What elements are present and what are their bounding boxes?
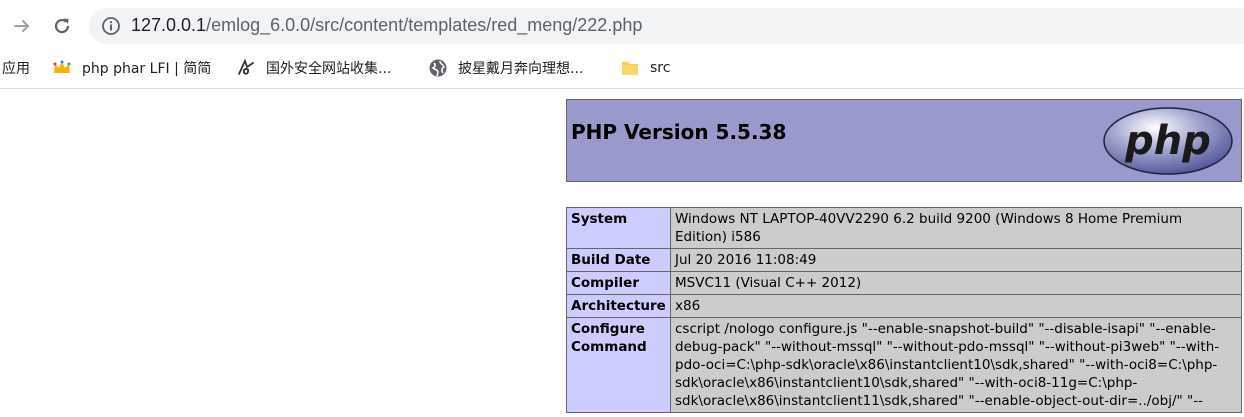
row-value: MSVC11 (Visual C++ 2012) [670,271,1242,295]
row-key: Compiler [566,271,671,295]
bookmark-folder-src[interactable]: src [620,52,670,84]
php-version-title: PHP Version 5.5.38 [571,120,787,144]
folder-icon [620,58,640,78]
phpinfo-header: PHP Version 5.5.38 php [566,99,1242,182]
toolbar-divider [0,88,1244,89]
php-logo-text: php [1124,118,1211,164]
url-text[interactable]: 127.0.0.1/emlog_6.0.0/src/content/templa… [131,15,642,36]
bookmark-label: php phar LFI | 简简 [82,61,212,77]
reload-icon [54,18,70,34]
reload-button[interactable] [48,12,76,40]
url-path: /emlog_6.0.0/src/content/templates/red_m… [206,15,643,35]
bookmark-label: 国外安全网站收集... [266,61,392,77]
row-value: cscript /nologo configure.js "--enable-s… [670,317,1242,413]
url-host: 127.0.0.1 [131,15,207,35]
bookmark-label: 披星戴月奔向理想... [458,61,584,77]
forward-arrow-icon [14,20,29,32]
table-row: Build Date Jul 20 2016 11:08:49 [566,248,1242,272]
table-row: Configure Command cscript /nologo config… [566,317,1242,413]
bookmark-label: src [650,60,671,76]
table-row: Compiler MSVC11 (Visual C++ 2012) [566,271,1242,295]
row-key: Configure Command [566,317,671,413]
row-value: x86 [670,294,1242,318]
bookmarks-bar: 应用 php phar LFI | 简简 国外安全网站收集... 披星戴月奔向理… [0,52,1244,88]
globe-icon [428,58,448,78]
php-logo[interactable]: php [1102,106,1234,176]
script-logo-icon [236,58,256,78]
site-info-icon[interactable] [101,16,121,36]
row-key: System [566,207,671,249]
bookmark-label: 应用 [2,61,30,77]
bookmark-apps[interactable]: 应用 [2,52,30,84]
phpinfo-table: System Windows NT LAPTOP-40VV2290 6.2 bu… [566,207,1242,413]
row-key: Build Date [566,248,671,272]
row-value: Windows NT LAPTOP-40VV2290 6.2 build 920… [670,207,1242,249]
address-bar[interactable]: 127.0.0.1/emlog_6.0.0/src/content/templa… [89,8,1244,44]
table-row: System Windows NT LAPTOP-40VV2290 6.2 bu… [566,207,1242,249]
table-row: Architecture x86 [566,294,1242,318]
browser-toolbar: 127.0.0.1/emlog_6.0.0/src/content/templa… [0,0,1244,52]
crown-icon [52,58,72,78]
bookmark-php-phar-lfi[interactable]: php phar LFI | 简简 [52,52,211,84]
row-key: Architecture [566,294,671,318]
row-value: Jul 20 2016 11:08:49 [670,248,1242,272]
bookmark-security-sites[interactable]: 国外安全网站收集... [236,52,391,84]
bookmark-pursue-dream[interactable]: 披星戴月奔向理想... [428,52,583,84]
forward-button[interactable] [8,12,36,40]
